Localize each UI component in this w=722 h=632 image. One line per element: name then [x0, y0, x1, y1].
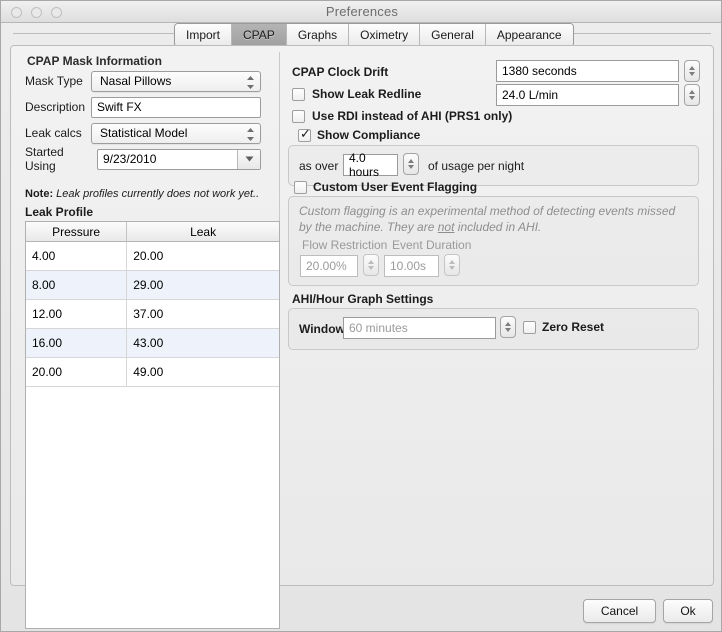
compliance-hours-stepper[interactable] — [403, 153, 419, 175]
mask-type-row: Mask Type Nasal Pillows — [25, 70, 261, 92]
mask-info-title: CPAP Mask Information — [27, 54, 162, 68]
started-using-label: Started Using — [25, 145, 64, 173]
ok-button[interactable]: Ok — [663, 599, 713, 623]
tab-import[interactable]: Import — [175, 24, 233, 46]
table-row[interactable]: 8.00 29.00 — [26, 271, 279, 300]
mask-type-value: Nasal Pillows — [100, 74, 172, 88]
event-duration-input[interactable]: 10.00s — [384, 255, 439, 277]
title-bar: Preferences — [1, 1, 721, 23]
cpap-settings-pane: CPAP Clock Drift 1380 seconds Show Leak … — [280, 46, 714, 585]
tab-oximetry[interactable]: Oximetry — [349, 24, 421, 46]
tab-appearance[interactable]: Appearance — [485, 24, 573, 46]
window-label: Window — [299, 322, 345, 336]
started-using-value: 9/23/2010 — [103, 152, 157, 166]
clock-drift-stepper[interactable] — [684, 60, 700, 82]
cancel-button[interactable]: Cancel — [583, 599, 656, 623]
zero-reset-label: Zero Reset — [542, 320, 605, 334]
note-text: Leak profiles currently does not work ye… — [56, 188, 260, 200]
window-stepper[interactable] — [500, 316, 516, 338]
window-title: Preferences — [325, 4, 399, 19]
table-row[interactable]: 4.00 20.00 — [26, 242, 279, 271]
tab-cpap[interactable]: CPAP — [232, 24, 287, 46]
cell-pressure[interactable]: 8.00 — [26, 271, 128, 300]
column-header-pressure[interactable]: Pressure — [26, 222, 128, 242]
show-compliance-checkbox[interactable]: ✓ — [298, 126, 311, 142]
mask-type-combo[interactable]: Nasal Pillows — [91, 70, 261, 92]
description-label: Description — [25, 100, 86, 114]
custom-flagging-description: Custom flagging is an experimental metho… — [299, 203, 691, 235]
custom-user-event-flagging-checkbox[interactable] — [294, 181, 307, 194]
custom-flagging-desc-part2: included in AHI. — [454, 220, 542, 234]
compliance-prefix-label: as over — [299, 159, 339, 173]
show-leak-redline-label: Show Leak Redline — [312, 87, 422, 101]
compliance-suffix-label: of usage per night — [428, 159, 525, 173]
event-duration-label: Event Duration — [392, 238, 472, 252]
use-rdi-checkbox[interactable] — [292, 110, 305, 123]
tab-general[interactable]: General — [420, 24, 486, 46]
custom-flagging-desc-underlined: not — [437, 220, 455, 234]
custom-user-event-flagging-label: Custom User Event Flagging — [313, 180, 478, 194]
tab-bar: Import CPAP Graphs Oximetry General Appe… — [1, 23, 721, 47]
cell-leak[interactable]: 20.00 — [127, 242, 279, 271]
table-header-row: Pressure Leak — [26, 222, 279, 242]
mask-information-pane: CPAP Mask Information Mask Type Nasal Pi… — [11, 46, 280, 629]
cell-leak[interactable]: 37.00 — [127, 300, 279, 329]
tab-group: Import CPAP Graphs Oximetry General Appe… — [174, 23, 574, 47]
description-row: Description Swift FX — [25, 96, 261, 118]
cell-leak[interactable]: 29.00 — [127, 271, 279, 300]
leak-profile-table[interactable]: Pressure Leak 4.00 20.00 8.00 29.00 12.0… — [25, 221, 280, 629]
flow-restriction-label: Flow Restriction — [302, 238, 388, 252]
tab-content-panel: CPAP Mask Information Mask Type Nasal Pi… — [10, 45, 714, 629]
cell-pressure[interactable]: 16.00 — [26, 329, 128, 358]
cell-pressure[interactable]: 4.00 — [26, 242, 128, 271]
tab-graphs[interactable]: Graphs — [286, 24, 350, 46]
leak-calcs-row: Leak calcs Statistical Model — [25, 122, 261, 144]
cell-leak[interactable]: 43.00 — [127, 329, 279, 358]
column-header-leak[interactable]: Leak — [127, 222, 279, 242]
started-using-datefield[interactable]: 9/23/2010 — [97, 148, 261, 170]
leak-redline-input[interactable]: 24.0 L/min — [496, 84, 679, 106]
leak-redline-stepper[interactable] — [684, 84, 700, 106]
leak-calcs-value: Statistical Model — [100, 126, 188, 140]
table-row[interactable]: 20.00 49.00 — [26, 358, 279, 387]
table-row[interactable]: 12.00 37.00 — [26, 300, 279, 329]
compliance-hours-input[interactable]: 4.0 hours — [343, 151, 398, 179]
event-duration-stepper[interactable] — [444, 254, 460, 276]
show-leak-redline-checkbox[interactable] — [292, 88, 305, 101]
clock-drift-input[interactable]: 1380 seconds — [496, 60, 679, 82]
show-compliance-label: Show Compliance — [317, 128, 421, 142]
flow-restriction-input[interactable]: 20.00% — [300, 255, 358, 277]
clock-drift-label: CPAP Clock Drift — [292, 65, 389, 79]
note-prefix: Note: — [25, 188, 54, 200]
cell-leak[interactable]: 49.00 — [127, 358, 279, 387]
mask-type-label: Mask Type — [25, 74, 83, 88]
preferences-window: Preferences Import CPAP Graphs Oximetry … — [0, 0, 722, 632]
cell-pressure[interactable]: 12.00 — [26, 300, 128, 329]
started-using-row: Started Using 9/23/2010 — [25, 145, 261, 173]
leak-calcs-combo[interactable]: Statistical Model — [91, 122, 261, 144]
stepper-arrows-icon — [246, 127, 255, 142]
stepper-arrows-icon — [246, 75, 255, 90]
leak-calcs-label: Leak calcs — [25, 126, 82, 140]
use-rdi-label: Use RDI instead of AHI (PRS1 only) — [312, 109, 513, 123]
cell-pressure[interactable]: 20.00 — [26, 358, 128, 387]
leak-profile-note: Note: Leak profiles currently does not w… — [25, 188, 259, 200]
calendar-dropdown-button[interactable] — [237, 149, 260, 169]
check-icon: ✓ — [300, 126, 311, 141]
description-input[interactable]: Swift FX — [91, 96, 261, 118]
leak-profile-label: Leak Profile — [25, 205, 94, 219]
zero-reset-checkbox[interactable] — [523, 321, 536, 334]
window-input[interactable]: 60 minutes — [343, 317, 496, 339]
flow-restriction-stepper[interactable] — [363, 254, 379, 276]
ahi-graph-settings-title: AHI/Hour Graph Settings — [292, 292, 434, 306]
table-row[interactable]: 16.00 43.00 — [26, 329, 279, 358]
